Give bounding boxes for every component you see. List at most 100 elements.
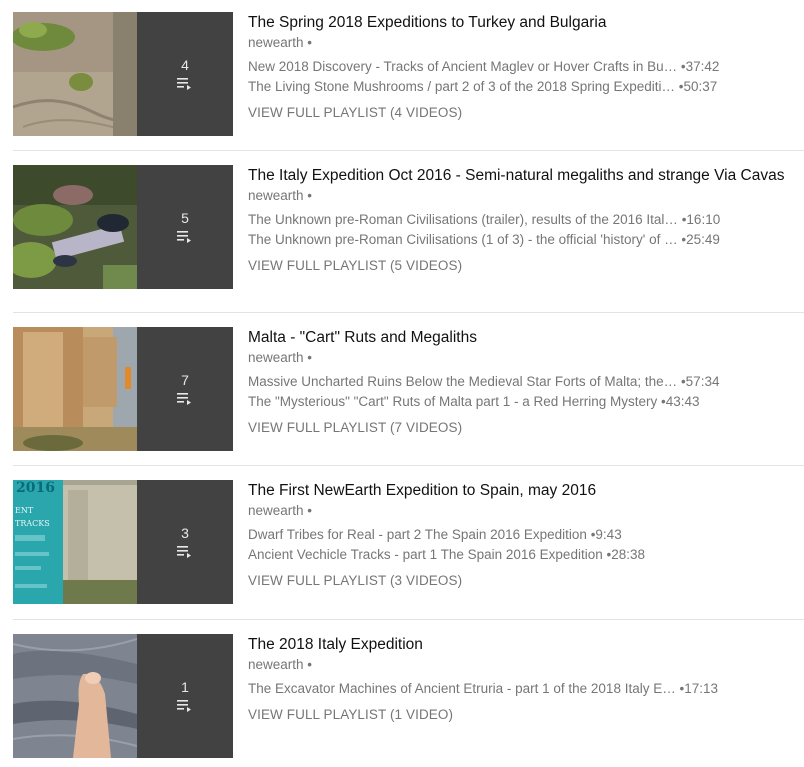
- playlist-play-icon: [177, 546, 191, 558]
- playlist-thumbnail[interactable]: 5: [13, 165, 233, 289]
- playlist-title[interactable]: The Spring 2018 Expeditions to Turkey an…: [248, 12, 796, 33]
- bullet-separator: •: [303, 657, 313, 672]
- video-item[interactable]: Dwarf Tribes for Real - part 2 The Spain…: [248, 525, 788, 545]
- video-count: 1: [181, 679, 189, 695]
- channel-name[interactable]: newearth: [248, 503, 304, 518]
- playlist-info: The Italy Expedition Oct 2016 - Semi-nat…: [248, 165, 796, 276]
- channel-line: newearth •: [248, 655, 796, 674]
- video-count: 4: [181, 57, 189, 73]
- video-count: 3: [181, 525, 189, 541]
- thumbnail-image-malta-cliffs: [13, 327, 137, 451]
- playlist-title[interactable]: The First NewEarth Expedition to Spain, …: [248, 480, 796, 501]
- divider: [13, 465, 804, 466]
- video-duration: 37:42: [677, 57, 720, 77]
- playlist-info: The Spring 2018 Expeditions to Turkey an…: [248, 12, 796, 123]
- video-list: New 2018 Discovery - Tracks of Ancient M…: [248, 57, 796, 97]
- channel-name[interactable]: newearth: [248, 657, 304, 672]
- view-full-playlist-link[interactable]: VIEW FULL PLAYLIST (4 VIDEOS): [248, 103, 796, 123]
- video-list: Dwarf Tribes for Real - part 2 The Spain…: [248, 525, 796, 565]
- video-duration: 57:34: [677, 372, 720, 392]
- playlist-title[interactable]: Malta - "Cart" Ruts and Megaliths: [248, 327, 796, 348]
- bullet-separator: •: [303, 503, 313, 518]
- playlist-row: 5 The Italy Expedition Oct 2016 - Semi-n…: [0, 165, 804, 289]
- playlist-info: Malta - "Cart" Ruts and Megaliths newear…: [248, 327, 796, 438]
- playlist-thumbnail[interactable]: 4: [13, 12, 233, 136]
- playlist-row: 1 The 2018 Italy Expedition newearth • T…: [0, 634, 804, 758]
- thumbnail-overlay: 4: [137, 12, 233, 136]
- video-list: The Excavator Machines of Ancient Etruri…: [248, 679, 796, 699]
- video-title: The Unknown pre-Roman Civilisations (tra…: [248, 212, 678, 227]
- video-item[interactable]: The "Mysterious" "Cart" Ruts of Malta pa…: [248, 392, 788, 412]
- channel-line: newearth •: [248, 33, 796, 52]
- video-count: 7: [181, 372, 189, 388]
- bullet-separator: •: [303, 35, 313, 50]
- playlist-info: The First NewEarth Expedition to Spain, …: [248, 480, 796, 591]
- view-full-playlist-link[interactable]: VIEW FULL PLAYLIST (7 VIDEOS): [248, 418, 796, 438]
- video-title: Ancient Vechicle Tracks - part 1 The Spa…: [248, 547, 603, 562]
- divider: [13, 619, 804, 620]
- playlist-title[interactable]: The 2018 Italy Expedition: [248, 634, 796, 655]
- bullet-separator: •: [303, 350, 313, 365]
- thumb-text-ent: ENT: [15, 506, 34, 515]
- view-full-playlist-link[interactable]: VIEW FULL PLAYLIST (5 VIDEOS): [248, 256, 796, 276]
- video-duration: 16:10: [678, 210, 720, 230]
- playlist-thumbnail[interactable]: 2016 ENT TRACKS 3: [13, 480, 233, 604]
- video-duration: 28:38: [603, 545, 645, 565]
- channel-line: newearth •: [248, 348, 796, 367]
- playlist-play-icon: [177, 700, 191, 712]
- playlist-play-icon: [177, 231, 191, 243]
- video-item[interactable]: The Unknown pre-Roman Civilisations (1 o…: [248, 230, 788, 250]
- playlist-info: The 2018 Italy Expedition newearth • The…: [248, 634, 796, 725]
- video-title: The Unknown pre-Roman Civilisations (1 o…: [248, 232, 678, 247]
- video-title: Dwarf Tribes for Real - part 2 The Spain…: [248, 527, 587, 542]
- playlist-play-icon: [177, 78, 191, 90]
- video-title: The Living Stone Mushrooms / part 2 of 3…: [248, 79, 675, 94]
- video-item[interactable]: New 2018 Discovery - Tracks of Ancient M…: [248, 57, 788, 77]
- video-duration: 17:13: [676, 679, 718, 699]
- thumbnail-overlay: 1: [137, 634, 233, 758]
- playlist-title[interactable]: The Italy Expedition Oct 2016 - Semi-nat…: [248, 165, 796, 186]
- thumbnail-overlay: 5: [137, 165, 233, 289]
- video-item[interactable]: The Excavator Machines of Ancient Etruri…: [248, 679, 788, 699]
- video-item[interactable]: The Unknown pre-Roman Civilisations (tra…: [248, 210, 788, 230]
- playlist-row: 7 Malta - "Cart" Ruts and Megaliths newe…: [0, 327, 804, 451]
- video-item[interactable]: Ancient Vechicle Tracks - part 1 The Spa…: [248, 545, 788, 565]
- playlist-list: 4 The Spring 2018 Expeditions to Turkey …: [0, 0, 804, 767]
- video-count: 5: [181, 210, 189, 226]
- channel-name[interactable]: newearth: [248, 188, 304, 203]
- thumbnail-image-spain-title-card: 2016 ENT TRACKS: [13, 480, 137, 604]
- thumbnail-image-etruria-rock: [13, 634, 137, 758]
- video-duration: 43:43: [657, 392, 700, 412]
- thumb-text-tracks: TRACKS: [15, 519, 50, 528]
- thumbnail-overlay: 7: [137, 327, 233, 451]
- video-title: New 2018 Discovery - Tracks of Ancient M…: [248, 59, 678, 74]
- playlist-thumbnail[interactable]: 1: [13, 634, 233, 758]
- thumbnail-image-megaliths: [13, 165, 137, 289]
- playlist-play-icon: [177, 393, 191, 405]
- thumbnail-image-rock-moss: [13, 12, 137, 136]
- video-duration: 25:49: [678, 230, 720, 250]
- playlist-thumbnail[interactable]: 7: [13, 327, 233, 451]
- thumb-text-year: 2016: [16, 480, 55, 496]
- video-duration: 50:37: [675, 77, 717, 97]
- view-full-playlist-link[interactable]: VIEW FULL PLAYLIST (1 VIDEO): [248, 705, 796, 725]
- divider: [13, 150, 804, 151]
- playlist-row: 4 The Spring 2018 Expeditions to Turkey …: [0, 12, 804, 136]
- video-item[interactable]: The Living Stone Mushrooms / part 2 of 3…: [248, 77, 788, 97]
- video-list: Massive Uncharted Ruins Below the Mediev…: [248, 372, 796, 412]
- channel-name[interactable]: newearth: [248, 35, 304, 50]
- video-title: Massive Uncharted Ruins Below the Mediev…: [248, 374, 678, 389]
- channel-line: newearth •: [248, 501, 796, 520]
- video-list: The Unknown pre-Roman Civilisations (tra…: [248, 210, 796, 250]
- video-title: The "Mysterious" "Cart" Ruts of Malta pa…: [248, 394, 658, 409]
- bullet-separator: •: [303, 188, 313, 203]
- thumbnail-overlay: 3: [137, 480, 233, 604]
- playlist-row: 2016 ENT TRACKS 3 The First NewEarth Exp…: [0, 480, 804, 604]
- video-item[interactable]: Massive Uncharted Ruins Below the Mediev…: [248, 372, 788, 392]
- view-full-playlist-link[interactable]: VIEW FULL PLAYLIST (3 VIDEOS): [248, 571, 796, 591]
- video-title: The Excavator Machines of Ancient Etruri…: [248, 681, 676, 696]
- channel-name[interactable]: newearth: [248, 350, 304, 365]
- video-duration: 9:43: [587, 525, 621, 545]
- channel-line: newearth •: [248, 186, 796, 205]
- divider: [13, 312, 804, 313]
